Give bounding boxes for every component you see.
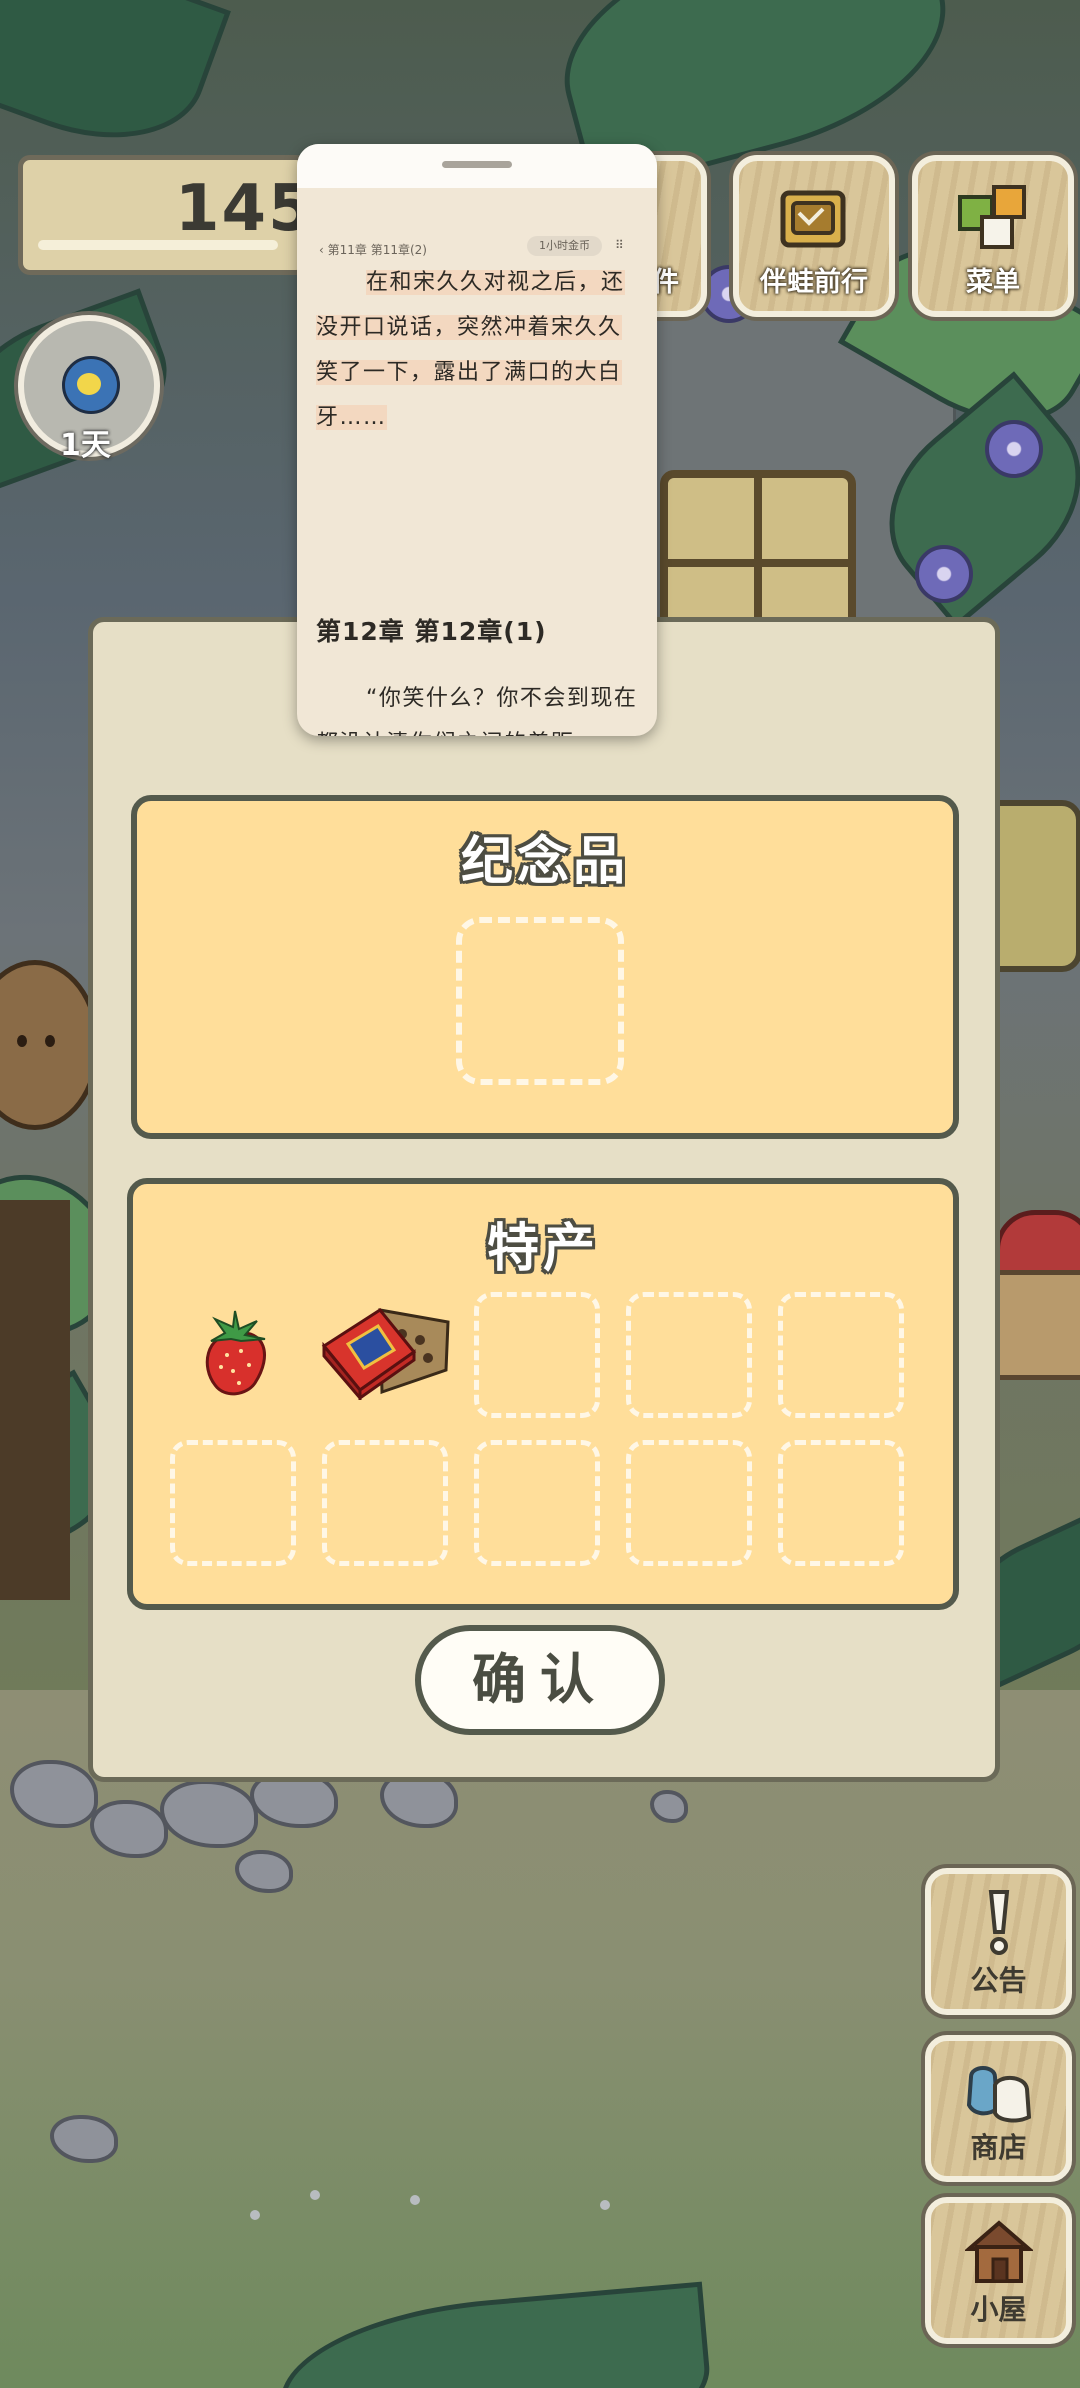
specialty-slot-empty[interactable] [170, 1440, 296, 1566]
morning-glory [915, 545, 973, 603]
specialty-slot-empty[interactable] [778, 1440, 904, 1566]
menu-label: 菜单 [966, 267, 1020, 298]
shop-button[interactable]: 商店 [925, 2035, 1072, 2182]
flower-dot [410, 2195, 420, 2205]
souvenir-section: 纪念品 [131, 795, 959, 1139]
house-icon [965, 2220, 1033, 2283]
specialty-title: 特产 [486, 1219, 599, 1279]
flower-dot [310, 2190, 320, 2200]
reader-paragraph: 在和宋久久对视之后，还没开口说话，突然冲着宋久久笑了一下，露出了满口的大白牙…… [316, 260, 638, 440]
flower-dot [250, 2210, 260, 2220]
specialty-slot-empty[interactable] [626, 1292, 752, 1418]
specialty-slot-empty[interactable] [322, 1440, 448, 1566]
shop-bags-icon [966, 2066, 1032, 2123]
house-label: 小屋 [970, 2293, 1027, 2326]
frog-journey-button[interactable]: 伴蛙前行 [733, 155, 895, 317]
morning-glory [985, 420, 1043, 478]
drag-handle[interactable] [442, 161, 512, 168]
reader-back-link[interactable]: ‹ 第11章 第11章(2) [319, 241, 427, 258]
floating-reader-window[interactable]: ‹ 第11章 第11章(2) 1小时金币 ⠿ 在和宋久久对视之后，还没开口说话，… [297, 144, 657, 736]
gift-box-icon[interactable] [320, 1300, 455, 1400]
reader-paragraph: “你笑什么？你不会到现在都没认清你们之间的差距吧？”囡囡余光扫到莫一刀的这个笑，… [316, 676, 638, 736]
announcement-label: 公告 [970, 1964, 1027, 1997]
day-counter: 1天 [60, 428, 111, 463]
map-icon [780, 190, 846, 248]
reader-text: “你笑什么？你不会到现在都没认清你们之间的差距吧？”囡囡余光扫到莫一刀的这个笑，… [316, 686, 638, 736]
announcement-button[interactable]: 公告 [925, 1868, 1072, 2015]
menu-button[interactable]: 菜单 [912, 155, 1074, 317]
specialty-slot-empty[interactable] [778, 1292, 904, 1418]
shop-label: 商店 [970, 2131, 1027, 2164]
tree-trunk [0, 1200, 70, 1600]
souvenir-title: 纪念品 [460, 832, 629, 892]
coin-count: 145 [175, 172, 315, 246]
specialty-slot-empty[interactable] [474, 1440, 600, 1566]
ground [0, 1690, 1080, 2388]
specialty-slot-empty[interactable] [626, 1440, 752, 1566]
frog-journey-label: 伴蛙前行 [760, 267, 868, 298]
chapter-heading: 第12章 第12章(1) [316, 617, 547, 646]
reader-coin-chip[interactable]: 1小时金币 [527, 236, 602, 256]
bird-icon [62, 356, 120, 414]
reader-back-label: 第11章 第11章(2) [327, 243, 427, 257]
exclamation-icon [988, 1890, 1010, 1955]
souvenir-slot[interactable] [456, 917, 624, 1085]
house-button[interactable]: 小屋 [925, 2197, 1072, 2344]
confirm-button[interactable]: 确认 [415, 1625, 665, 1735]
menu-squares-icon [958, 185, 1026, 249]
flower-dot [600, 2200, 610, 2210]
reader-text: 在和宋久久对视之后，还没开口说话，突然冲着宋久久笑了一下，露出了满口的大白牙…… [316, 270, 625, 430]
coin-progress-bar [38, 240, 278, 250]
strawberry-icon[interactable] [195, 1305, 275, 1400]
more-icon[interactable]: ⠿ [615, 238, 624, 252]
specialty-slot-empty[interactable] [474, 1292, 600, 1418]
